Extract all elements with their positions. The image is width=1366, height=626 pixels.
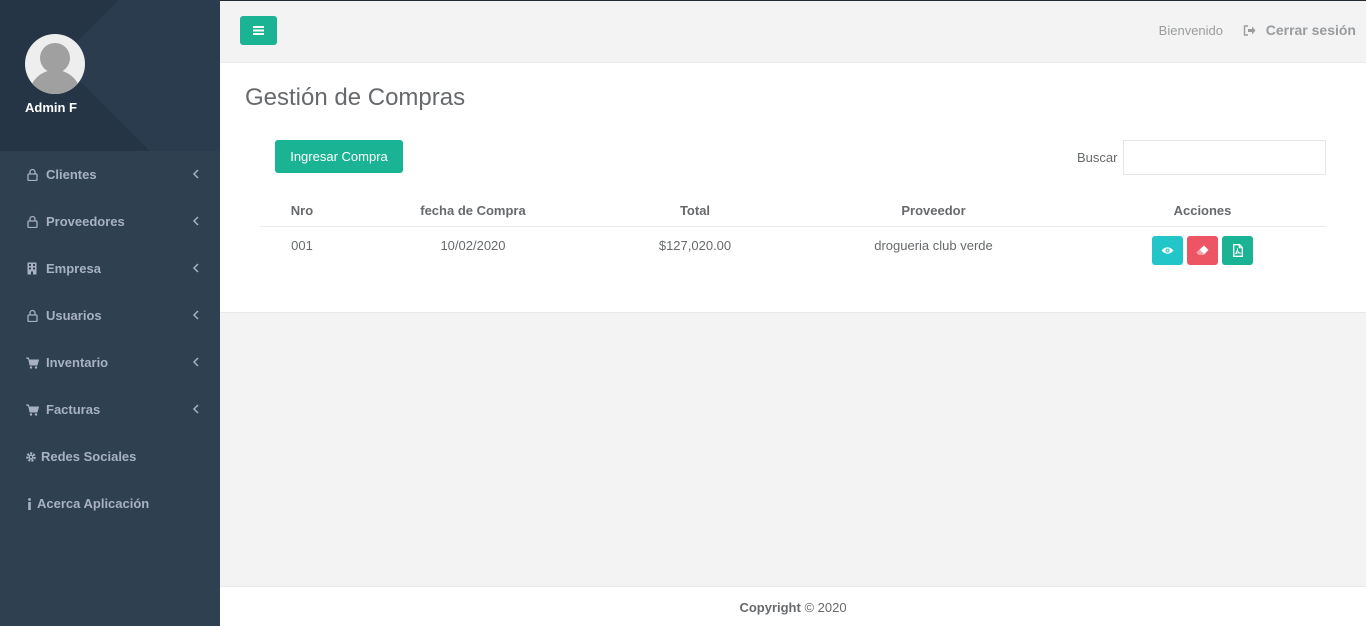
sidebar-item-proveedores[interactable]: Proveedores (0, 198, 220, 245)
copyright-year: © 2020 (800, 600, 847, 615)
sidebar-item-label: Facturas (46, 402, 101, 417)
cell-proveedor: drogueria club verde (874, 237, 993, 253)
chevron-left-icon (192, 357, 199, 367)
cell-fecha: 10/02/2020 (440, 237, 506, 253)
chevron-left-icon (192, 404, 199, 414)
avatar[interactable] (25, 34, 85, 94)
eye-icon (1161, 246, 1174, 254)
copyright-label: Copyright (739, 600, 801, 615)
delete-button[interactable] (1187, 235, 1218, 265)
cell-nro: 001 (291, 237, 313, 253)
logout-link[interactable]: Cerrar sesión (1243, 22, 1356, 38)
column-header-proveedor[interactable]: Proveedor (788, 195, 1079, 227)
add-purchase-button[interactable]: Ingresar Compra (275, 140, 403, 173)
sidebar-item-facturas[interactable]: Facturas (0, 386, 220, 433)
table-header-row: Nro fecha de Compra Total Proveedor Acci… (260, 195, 1326, 227)
footer: Copyright © 2020 (220, 586, 1366, 626)
hamburger-icon (253, 26, 264, 35)
user-name: Admin F (25, 100, 77, 115)
chevron-left-icon (192, 216, 199, 226)
gear-icon (25, 450, 37, 464)
column-header-nro[interactable]: Nro (260, 195, 344, 227)
sidebar-nav: Clientes Proveedores Empresa Usuarios In… (0, 151, 220, 527)
sidebar-item-acerca-aplicacion[interactable]: Acerca Aplicación (0, 480, 220, 527)
sidebar: Admin F Clientes Proveedores Empresa Usu… (0, 0, 220, 626)
sidebar-item-label: Clientes (46, 167, 97, 182)
chevron-left-icon (192, 263, 199, 273)
user-icon (25, 309, 39, 323)
cell-acciones (1079, 226, 1326, 265)
pdf-file-icon (1232, 243, 1243, 257)
cart-icon (25, 356, 39, 370)
sidebar-item-empresa[interactable]: Empresa (0, 245, 220, 292)
table-row: 001 10/02/2020 $127,020.00 drogueria clu… (260, 226, 1326, 265)
pdf-button[interactable] (1222, 235, 1253, 265)
column-header-acciones: Acciones (1079, 195, 1326, 227)
sidebar-item-label: Redes Sociales (41, 449, 137, 464)
view-button[interactable] (1152, 235, 1183, 265)
chevron-left-icon (192, 169, 199, 179)
search-input[interactable] (1123, 140, 1326, 175)
menu-toggle-button[interactable] (240, 16, 277, 45)
purchases-table: Nro fecha de Compra Total Proveedor Acci… (260, 195, 1326, 265)
sidebar-item-label: Usuarios (46, 308, 102, 323)
main-content: Gestión de Compras Ingresar Compra Busca… (220, 63, 1366, 313)
logout-label: Cerrar sesión (1265, 22, 1356, 38)
sidebar-item-inventario[interactable]: Inventario (0, 339, 220, 386)
page-title: Gestión de Compras (245, 84, 466, 111)
column-header-fecha[interactable]: fecha de Compra (344, 195, 602, 227)
eraser-icon (1196, 245, 1209, 255)
sign-out-icon (1243, 24, 1256, 36)
user-icon (25, 215, 39, 229)
sidebar-item-clientes[interactable]: Clientes (0, 151, 220, 198)
column-header-total[interactable]: Total (602, 195, 788, 227)
sidebar-item-label: Inventario (46, 355, 109, 370)
search-label: Buscar (1077, 150, 1118, 165)
chevron-left-icon (192, 310, 199, 320)
cart-icon (25, 403, 39, 417)
sidebar-item-redes-sociales[interactable]: Redes Sociales (0, 433, 220, 480)
sidebar-item-label: Empresa (46, 261, 101, 276)
sidebar-item-label: Acerca Aplicación (37, 496, 150, 511)
info-icon (25, 497, 33, 511)
building-icon (25, 262, 39, 276)
sidebar-item-label: Proveedores (46, 214, 125, 229)
top-navbar: Bienvenido Cerrar sesión (220, 0, 1366, 63)
user-icon (25, 168, 39, 182)
cell-total: $127,020.00 (658, 237, 732, 253)
welcome-text: Bienvenido (1158, 23, 1223, 38)
profile-panel: Admin F (0, 0, 220, 151)
sidebar-item-usuarios[interactable]: Usuarios (0, 292, 220, 339)
